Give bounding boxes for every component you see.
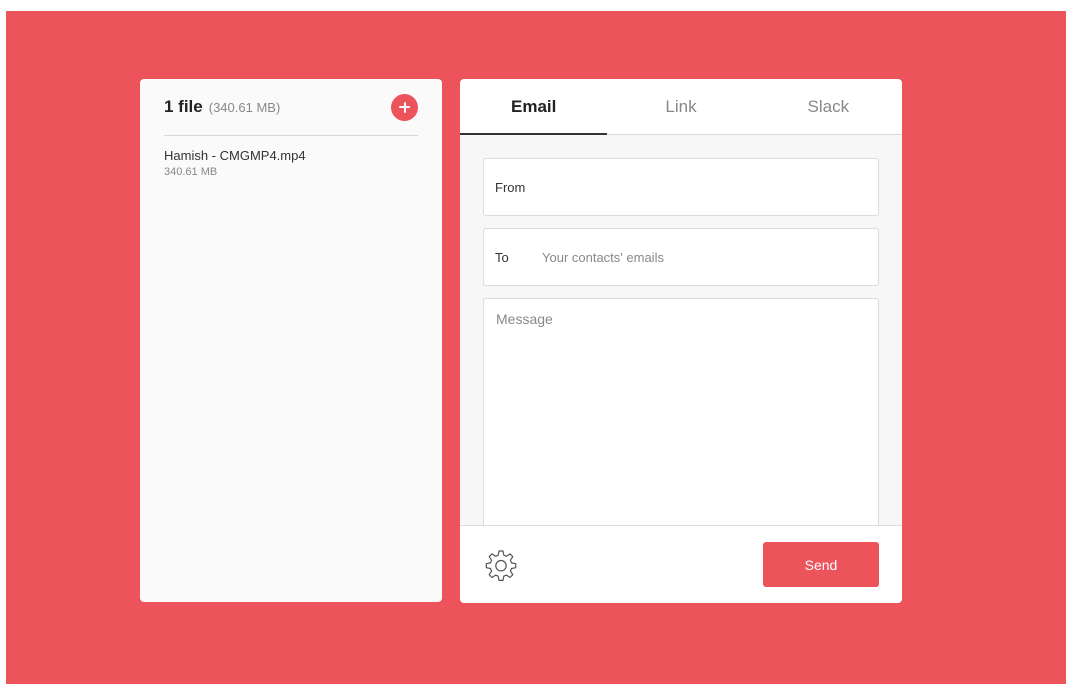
files-count: 1 file: [164, 97, 203, 116]
files-panel: 1 file (340.61 MB) Hamish - CMGMP4.mp4 3…: [140, 79, 442, 602]
files-header: 1 file (340.61 MB): [164, 79, 418, 136]
gear-icon: [485, 549, 517, 581]
tab-slack[interactable]: Slack: [755, 79, 902, 134]
files-total-size: (340.61 MB): [208, 100, 281, 115]
from-label: From: [495, 179, 526, 195]
file-name: Hamish - CMGMP4.mp4: [164, 148, 306, 163]
from-input[interactable]: [542, 179, 867, 195]
file-size: 340.61 MB: [164, 166, 218, 178]
to-label: To: [495, 249, 509, 265]
message-field[interactable]: [483, 298, 879, 525]
settings-button[interactable]: [483, 547, 519, 583]
send-button[interactable]: Send: [763, 542, 879, 587]
form-footer: Send: [460, 525, 902, 603]
app-background: 1 file (340.61 MB) Hamish - CMGMP4.mp4 3…: [6, 11, 1066, 684]
message-input[interactable]: [496, 311, 866, 525]
add-file-button[interactable]: [391, 93, 418, 121]
file-list-item[interactable]: Hamish - CMGMP4.mp4 340.61 MB: [164, 136, 418, 178]
email-form: From To: [460, 135, 902, 525]
transfer-panel: Email Link Slack From To Your contacts' …: [460, 79, 902, 603]
from-field[interactable]: From: [483, 158, 879, 216]
tab-link[interactable]: Link: [607, 79, 754, 134]
tab-email[interactable]: Email: [460, 79, 608, 135]
to-input[interactable]: [542, 249, 867, 265]
to-field[interactable]: To: [483, 228, 879, 286]
transfer-tabs: Email Link Slack: [460, 79, 902, 135]
files-title: 1 file (340.61 MB): [164, 97, 280, 117]
